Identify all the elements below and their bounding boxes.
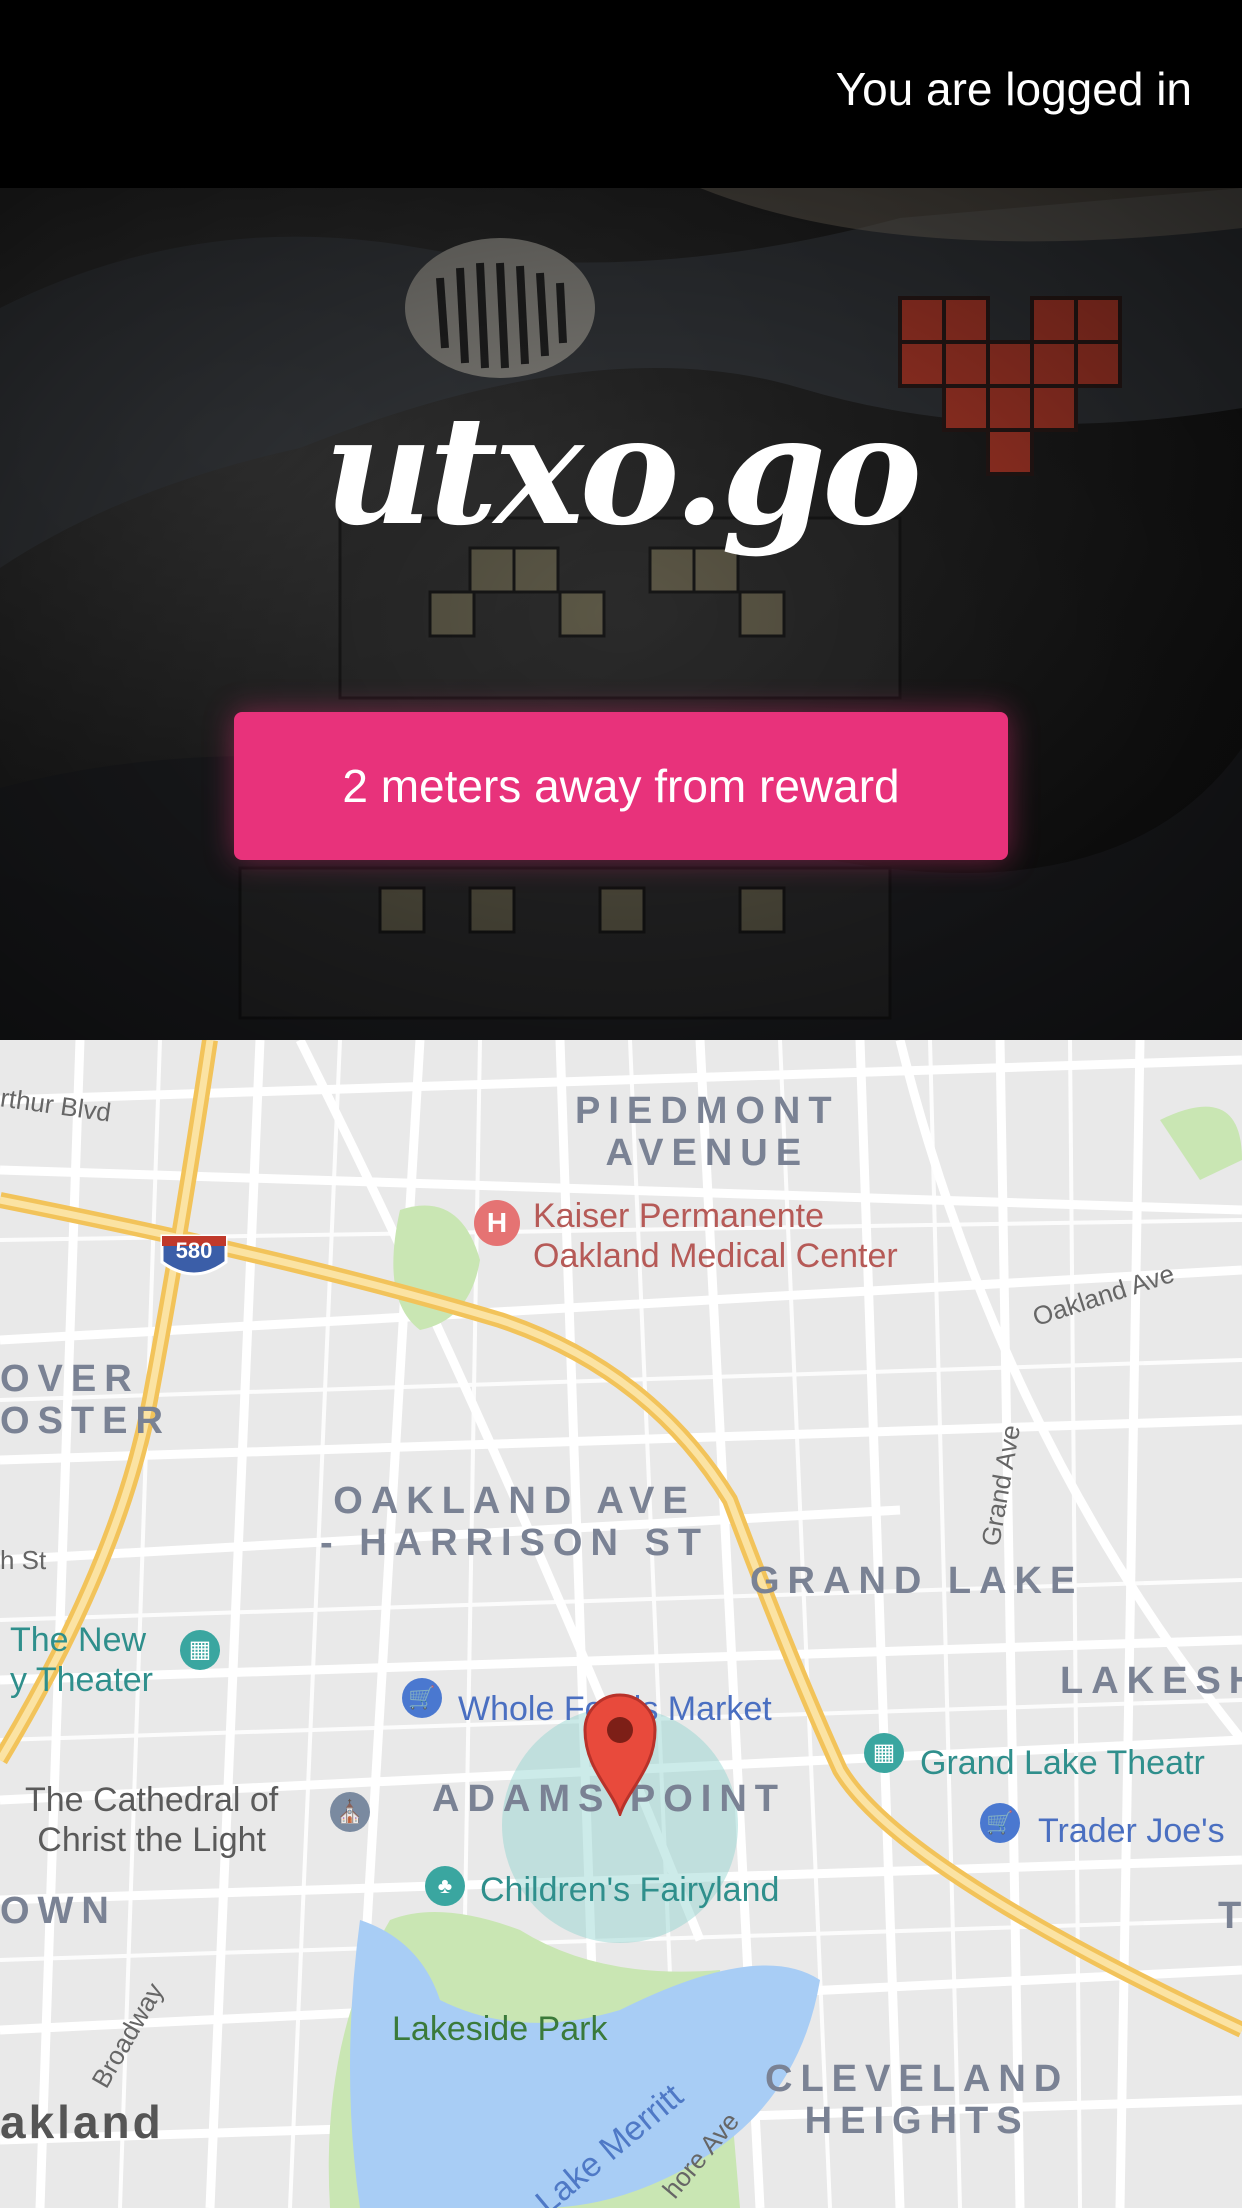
street-label-h-st: h St <box>0 1545 47 1575</box>
login-status: You are logged in <box>835 63 1192 115</box>
hero-background-art <box>0 188 1242 1040</box>
poi-grand-lake-theatre[interactable]: Grand Lake Theatr <box>920 1743 1205 1783</box>
park-tree-icon[interactable]: ♣ <box>425 1866 465 1906</box>
theater-icon[interactable]: ▦ <box>180 1630 220 1670</box>
shopping-cart-icon[interactable]: 🛒 <box>980 1803 1020 1843</box>
church-icon[interactable]: ⛪ <box>330 1792 370 1832</box>
park-label-lakeside: Lakeside Park <box>392 2010 608 2048</box>
district-label-oakland-harrison: OAKLAND AVE - HARRISON ST <box>320 1480 709 1564</box>
app-logo: utxo.go <box>323 383 922 559</box>
hero-banner: utxo.go 2 meters away from reward <box>0 188 1242 1040</box>
district-label-t-edge: T <box>1218 1895 1242 1937</box>
location-pin-icon[interactable] <box>581 1690 659 1816</box>
district-label-grand-lake: GRAND LAKE <box>750 1560 1084 1602</box>
poi-childrens-fairyland[interactable]: Children's Fairyland <box>480 1870 779 1910</box>
district-label-downtown: OWN <box>0 1890 117 1932</box>
theater-icon[interactable]: ▦ <box>864 1733 904 1773</box>
reward-distance-button[interactable]: 2 meters away from reward <box>234 712 1008 860</box>
poi-trader-joes[interactable]: Trader Joe's <box>1038 1812 1225 1851</box>
district-label-cleveland-heights: CLEVELAND HEIGHTS <box>765 2058 1070 2142</box>
district-label-piedmont: PIEDMONT AVENUE <box>575 1090 840 1174</box>
poi-the-new-theater[interactable]: The New y Theater <box>10 1620 153 1700</box>
shopping-cart-icon[interactable]: 🛒 <box>402 1678 442 1718</box>
district-label-hover-foster: OVER OSTER <box>0 1358 171 1442</box>
top-bar: You are logged in <box>0 0 1242 188</box>
map-view[interactable]: rthur Blvd PIEDMONT AVENUE H Kaiser Perm… <box>0 1040 1242 2208</box>
poi-cathedral[interactable]: The Cathedral of Christ the Light <box>25 1780 278 1860</box>
city-label-oakland: akland <box>0 2096 164 2148</box>
poi-kaiser[interactable]: Kaiser Permanente Oakland Medical Center <box>533 1196 898 1276</box>
hwy-580-label: 580 <box>175 1238 213 1263</box>
hospital-icon[interactable]: H <box>474 1200 520 1246</box>
district-label-lakeshore: LAKESH <box>1060 1660 1242 1702</box>
